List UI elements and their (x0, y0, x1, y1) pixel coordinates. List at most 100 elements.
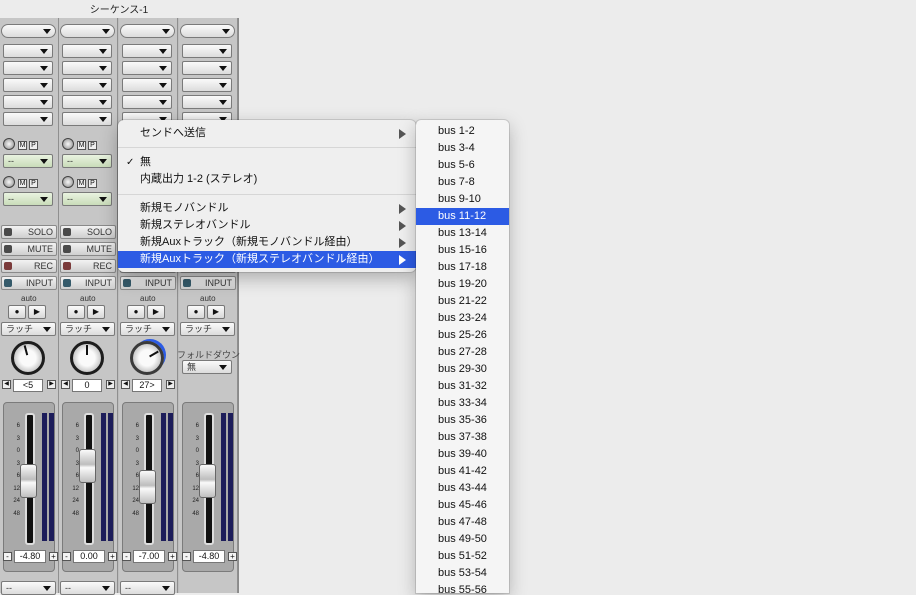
insert-slot[interactable] (3, 95, 53, 109)
send-pre-button[interactable]: P (88, 179, 97, 188)
bus-menu-item[interactable]: bus 37-38 (416, 429, 509, 446)
insert-slot-top[interactable] (60, 24, 115, 38)
volume-decrement-button[interactable]: - (3, 552, 12, 561)
bus-menu-item[interactable]: bus 35-36 (416, 412, 509, 429)
bus-menu-item[interactable]: bus 39-40 (416, 446, 509, 463)
volume-value[interactable]: -7.00 (133, 550, 165, 563)
bus-menu-item[interactable]: bus 29-30 (416, 361, 509, 378)
context-menu-item[interactable]: センドへ送信 (118, 125, 416, 142)
send-destination-select[interactable]: -- (3, 192, 53, 206)
pan-knob[interactable] (11, 341, 45, 375)
input-button[interactable]: INPUT (180, 276, 236, 290)
volume-increment-button[interactable]: + (49, 552, 58, 561)
bus-menu-item[interactable]: bus 17-18 (416, 259, 509, 276)
bus-menu-item[interactable]: bus 19-20 (416, 276, 509, 293)
context-menu-item[interactable]: 新規Auxトラック（新規ステレオバンドル経由） (118, 251, 416, 268)
bus-menu-item[interactable]: bus 21-22 (416, 293, 509, 310)
insert-slot[interactable] (182, 61, 232, 75)
insert-slot[interactable] (122, 44, 172, 58)
input-button[interactable]: INPUT (120, 276, 176, 290)
send-destination-select[interactable]: -- (3, 154, 53, 168)
insert-slot[interactable] (62, 95, 112, 109)
insert-slot[interactable] (122, 78, 172, 92)
bus-menu-item[interactable]: bus 13-14 (416, 225, 509, 242)
volume-value[interactable]: -4.80 (14, 550, 46, 563)
bus-menu-item[interactable]: bus 27-28 (416, 344, 509, 361)
bus-menu-item[interactable]: bus 53-54 (416, 565, 509, 582)
rec-button[interactable]: REC (60, 259, 116, 273)
fold-down-select[interactable]: 無 (182, 360, 232, 374)
automation-play-button[interactable]: ▶ (207, 305, 225, 319)
bus-menu-item[interactable]: bus 7-8 (416, 174, 509, 191)
context-menu-item[interactable]: 新規Auxトラック（新規モノバンドル経由） (118, 234, 416, 251)
send-pre-button[interactable]: P (88, 141, 97, 150)
pan-right-button[interactable]: ▶ (166, 380, 175, 389)
bus-menu-item[interactable]: bus 1-2 (416, 123, 509, 140)
volume-decrement-button[interactable]: - (62, 552, 71, 561)
send-pre-button[interactable]: P (29, 179, 38, 188)
volume-fader[interactable] (139, 470, 156, 505)
insert-slot[interactable] (3, 44, 53, 58)
automation-mode-select[interactable]: ラッチ (180, 322, 235, 336)
pan-left-button[interactable]: ◀ (61, 380, 70, 389)
pan-value[interactable]: <5 (13, 379, 43, 392)
pan-right-button[interactable]: ▶ (106, 380, 115, 389)
send-mute-button[interactable]: M (18, 141, 27, 150)
input-button[interactable]: INPUT (60, 276, 116, 290)
bus-menu-item[interactable]: bus 47-48 (416, 514, 509, 531)
automation-mode-select[interactable]: ラッチ (1, 322, 56, 336)
insert-slot[interactable] (3, 78, 53, 92)
bus-menu-item[interactable]: bus 25-26 (416, 327, 509, 344)
solo-button[interactable]: SOLO (60, 225, 116, 239)
automation-record-button[interactable]: ● (8, 305, 26, 319)
insert-slot[interactable] (122, 95, 172, 109)
insert-slot[interactable] (62, 112, 112, 126)
automation-record-button[interactable]: ● (127, 305, 145, 319)
insert-slot[interactable] (3, 61, 53, 75)
context-menu-item[interactable]: ✓ 無 (118, 154, 416, 171)
automation-play-button[interactable]: ▶ (147, 305, 165, 319)
solo-button[interactable]: SOLO (1, 225, 57, 239)
insert-slot[interactable] (62, 44, 112, 58)
send-pre-button[interactable]: P (29, 141, 38, 150)
volume-increment-button[interactable]: + (228, 552, 237, 561)
insert-slot[interactable] (62, 61, 112, 75)
volume-fader[interactable] (79, 449, 96, 484)
context-menu-item[interactable]: 新規モノバンドル (118, 200, 416, 217)
insert-slot-top[interactable] (180, 24, 235, 38)
pan-knob[interactable] (130, 341, 164, 375)
pan-value[interactable]: 0 (72, 379, 102, 392)
insert-slot[interactable] (182, 78, 232, 92)
context-menu-item[interactable]: 新規ステレオバンドル (118, 217, 416, 234)
volume-decrement-button[interactable]: - (122, 552, 131, 561)
bus-menu-item[interactable]: bus 33-34 (416, 395, 509, 412)
bus-menu-item[interactable]: bus 43-44 (416, 480, 509, 497)
volume-fader[interactable] (199, 463, 216, 498)
send-level-knob[interactable] (62, 138, 74, 150)
volume-value[interactable]: 0.00 (73, 550, 105, 563)
send-level-knob[interactable] (3, 176, 15, 188)
pan-right-button[interactable]: ▶ (47, 380, 56, 389)
pan-left-button[interactable]: ◀ (2, 380, 11, 389)
mute-button[interactable]: MUTE (1, 242, 57, 256)
bus-menu-item[interactable]: bus 45-46 (416, 497, 509, 514)
bus-menu-item[interactable]: bus 41-42 (416, 463, 509, 480)
input-button[interactable]: INPUT (1, 276, 57, 290)
bus-menu-item[interactable]: bus 11-12 (416, 208, 509, 225)
insert-slot[interactable] (182, 44, 232, 58)
insert-slot[interactable] (62, 78, 112, 92)
volume-decrement-button[interactable]: - (182, 552, 191, 561)
bus-menu-item[interactable]: bus 55-56 (416, 582, 509, 593)
send-level-knob[interactable] (62, 176, 74, 188)
automation-record-button[interactable]: ● (187, 305, 205, 319)
volume-fader[interactable] (20, 463, 37, 498)
bus-menu-item[interactable]: bus 49-50 (416, 531, 509, 548)
automation-play-button[interactable]: ▶ (87, 305, 105, 319)
automation-mode-select[interactable]: ラッチ (120, 322, 175, 336)
insert-slot-top[interactable] (120, 24, 175, 38)
volume-increment-button[interactable]: + (108, 552, 117, 561)
insert-slot[interactable] (182, 95, 232, 109)
insert-slot[interactable] (122, 61, 172, 75)
send-destination-select[interactable]: -- (62, 192, 112, 206)
rec-button[interactable]: REC (1, 259, 57, 273)
